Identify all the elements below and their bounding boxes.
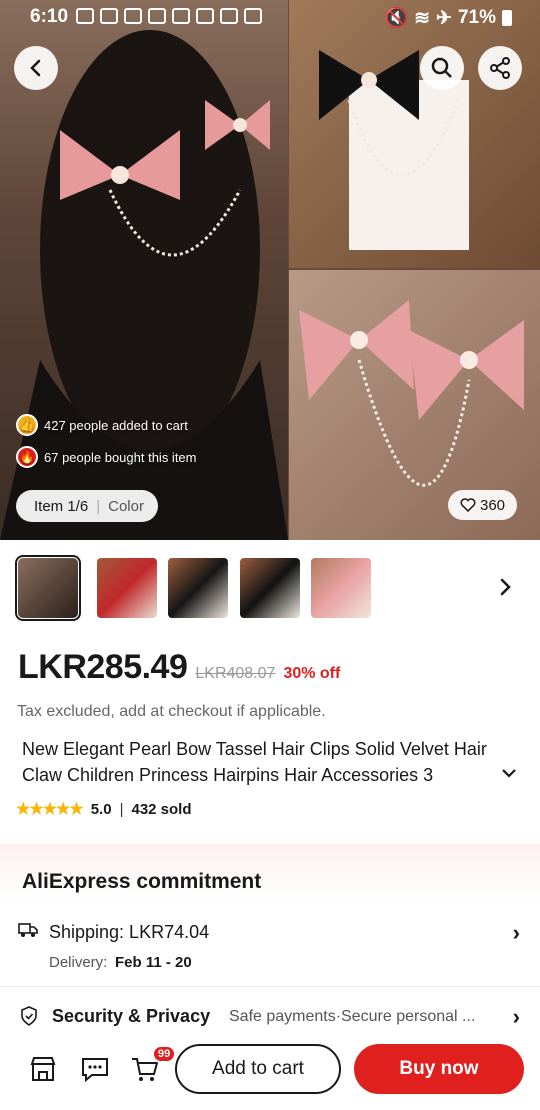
cart-badge: 99: [152, 1045, 177, 1063]
shipping-row[interactable]: Shipping: LKR74.04 Delivery: Feb 11 - 20…: [0, 918, 540, 976]
chevron-left-icon: [30, 59, 41, 77]
added-to-cart-text: 427 people added to cart: [44, 417, 188, 433]
rating-value: 5.0: [90, 800, 112, 818]
commitment-section: AliExpress commitment: [0, 844, 540, 900]
thumbnail[interactable]: [240, 558, 300, 618]
airplane-icon: ✈: [436, 7, 452, 29]
image-icon: [244, 8, 262, 24]
item-counter-pill[interactable]: Item 1/6 | Color: [16, 490, 158, 522]
search-icon: [431, 57, 452, 78]
variant-label: Color: [108, 497, 144, 515]
wifi-icon: ≋: [414, 7, 431, 29]
whatsapp-icon: [220, 8, 238, 24]
facebook-icon: [196, 8, 214, 24]
share-icon: [490, 57, 510, 79]
mail-icon: [148, 8, 166, 24]
rating-row[interactable]: ★★★★★ 5.0 | 432 sold: [16, 799, 192, 819]
star-rating-icon: ★★★★★: [16, 801, 84, 818]
chevron-right-icon: ›: [512, 1004, 520, 1029]
back-button[interactable]: [14, 46, 58, 90]
product-title[interactable]: New Elegant Pearl Bow Tassel Hair Clips …: [22, 736, 512, 788]
price-block: LKR285.49 LKR408.07 30% off: [18, 648, 340, 687]
tax-note: Tax excluded, add at checkout if applica…: [17, 703, 326, 720]
thumbnail[interactable]: [168, 558, 228, 618]
share-button[interactable]: [478, 46, 522, 90]
bought-badge: 🔥 67 people bought this item: [16, 446, 197, 468]
divider: [0, 986, 540, 987]
wishlist-button[interactable]: 360: [448, 490, 518, 520]
original-price: LKR408.07: [195, 665, 276, 682]
thumbs-up-icon: 👍: [16, 414, 38, 436]
divider: |: [96, 497, 101, 515]
message-icon[interactable]: [80, 1054, 110, 1084]
search-button[interactable]: [420, 46, 464, 90]
divider: |: [119, 800, 124, 818]
heart-icon: [460, 498, 476, 512]
commitment-heading: AliExpress commitment: [22, 870, 262, 893]
product-photo-black-bow: [289, 0, 540, 268]
mute-icon: 🔇: [384, 8, 409, 29]
notification-icons: [76, 8, 262, 24]
security-row[interactable]: Security & Privacy Safe payments·Secure …: [0, 1004, 540, 1036]
chevron-right-icon[interactable]: [496, 576, 516, 598]
system-icons: 🔇 ≋ ✈ 71%: [384, 6, 512, 30]
current-price: LKR285.49: [18, 648, 188, 686]
delivery-label: Delivery:: [49, 954, 108, 971]
security-desc: Safe payments·Secure personal ...: [229, 1008, 476, 1025]
thumbnail[interactable]: [15, 555, 81, 621]
whatsapp-icon: [100, 8, 118, 24]
chevron-down-icon[interactable]: [500, 766, 518, 780]
security-title: Security & Privacy: [52, 1006, 211, 1026]
delivery-dates: Feb 11 - 20: [115, 954, 192, 971]
music-icon: [76, 8, 94, 24]
chevron-right-icon: ›: [512, 920, 520, 945]
thumbnail-strip: [0, 548, 540, 628]
bottom-action-bar: 99 Add to cart Buy now: [0, 1040, 540, 1110]
bought-text: 67 people bought this item: [44, 449, 197, 465]
battery-level: 71%: [457, 7, 496, 28]
discount-label: 30% off: [283, 665, 341, 682]
item-counter: Item 1/6: [34, 497, 89, 515]
truck-icon: [18, 923, 38, 937]
mail-icon: [172, 8, 190, 24]
store-icon[interactable]: [28, 1054, 58, 1084]
buy-now-button[interactable]: Buy now: [354, 1044, 524, 1094]
thumbnail[interactable]: [311, 558, 371, 618]
fire-icon: 🔥: [16, 446, 38, 468]
wishlist-count: 360: [480, 496, 506, 514]
status-bar: 6:10 🔇 ≋ ✈ 71%: [0, 0, 540, 34]
shield-icon: [21, 1006, 37, 1026]
added-to-cart-badge: 👍 427 people added to cart: [16, 414, 188, 436]
cart-button[interactable]: 99: [130, 1045, 177, 1084]
mail-icon: [124, 8, 142, 24]
battery-icon: [502, 10, 512, 26]
shipping-cost: Shipping: LKR74.04: [49, 922, 210, 942]
status-time: 6:10: [30, 6, 69, 27]
add-to-cart-button[interactable]: Add to cart: [175, 1044, 341, 1094]
sold-count: 432 sold: [131, 800, 192, 818]
thumbnail[interactable]: [97, 558, 157, 618]
